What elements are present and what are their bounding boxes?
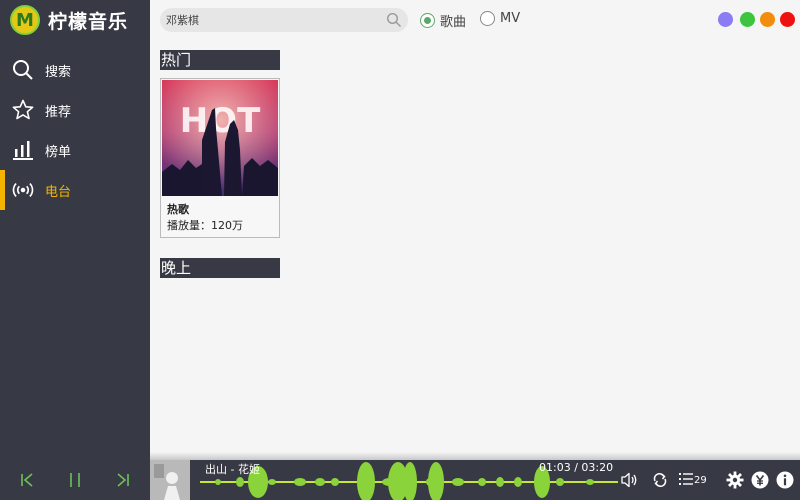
- playback-time: 01:03 / 03:20: [539, 461, 614, 474]
- donate-yen-icon[interactable]: [751, 470, 769, 490]
- next-track-icon[interactable]: [113, 470, 133, 490]
- play-count-value: 120万: [211, 219, 243, 232]
- sidebar-nav: 搜索 推荐 榜单 电台: [0, 50, 150, 210]
- sidebar-item-label: 电台: [45, 184, 72, 200]
- star-icon: [12, 99, 34, 121]
- sidebar-item-search[interactable]: 搜索: [0, 50, 150, 90]
- search-icon[interactable]: [386, 12, 402, 28]
- close-button[interactable]: [780, 12, 795, 27]
- logo-badge: M: [10, 5, 40, 35]
- player-shadow: [150, 452, 800, 460]
- sidebar-item-label: 榜单: [45, 144, 72, 160]
- section-title-hot: 热门: [160, 50, 280, 70]
- now-playing-thumbnail[interactable]: [150, 460, 190, 500]
- radio-button-checked[interactable]: [420, 13, 435, 28]
- pause-icon[interactable]: [65, 470, 85, 490]
- sidebar-item-radio[interactable]: 电台: [0, 170, 150, 210]
- volume-icon[interactable]: [620, 470, 638, 490]
- radio-card[interactable]: HOT 热歌 播放量：120万: [160, 78, 280, 238]
- repeat-mode-icon[interactable]: [652, 470, 668, 490]
- search-input[interactable]: [166, 13, 386, 27]
- play-count-label: 播放量：: [167, 219, 211, 232]
- svg-text:HOT: HOT: [180, 101, 261, 141]
- app-logo: M 柠檬音乐: [0, 0, 150, 40]
- minimize-button[interactable]: [740, 12, 755, 27]
- radio-button-unchecked[interactable]: [480, 11, 495, 26]
- app-title: 柠檬音乐: [48, 10, 129, 33]
- maximize-button[interactable]: [760, 12, 775, 27]
- top-bar: 歌曲 MV: [150, 0, 800, 40]
- sidebar-item-label: 搜索: [45, 64, 72, 80]
- radio-mv[interactable]: MV: [480, 11, 520, 26]
- playlist-button[interactable]: 29: [679, 470, 707, 490]
- radio-songs[interactable]: 歌曲: [420, 11, 466, 30]
- card-title[interactable]: 热歌: [167, 201, 189, 217]
- sidebar-item-charts[interactable]: 榜单: [0, 130, 150, 170]
- info-icon[interactable]: [776, 470, 794, 490]
- sidebar-item-label: 推荐: [45, 104, 72, 120]
- chart-bars-icon: [12, 139, 34, 161]
- sidebar: M 柠檬音乐 搜索 推荐 榜单 电台: [0, 0, 150, 460]
- main-content: 热门 HOT 热歌 播放量：120万 晚上: [150, 40, 800, 455]
- card-cover-image[interactable]: HOT: [162, 80, 278, 196]
- theme-purple-button[interactable]: [718, 12, 733, 27]
- radio-broadcast-icon: [12, 179, 34, 201]
- search-box: [160, 8, 408, 32]
- settings-gear-icon[interactable]: [726, 470, 744, 490]
- search-icon: [12, 59, 34, 81]
- sidebar-item-recommend[interactable]: 推荐: [0, 90, 150, 130]
- playlist-count: 29: [694, 474, 707, 486]
- radio-label: 歌曲: [440, 15, 467, 30]
- now-playing-title: 出山 - 花姬: [205, 463, 260, 476]
- radio-label: MV: [500, 11, 521, 26]
- section-title-evening: 晚上: [160, 258, 280, 278]
- previous-track-icon[interactable]: [17, 470, 37, 490]
- card-play-count: 播放量：120万: [167, 217, 243, 233]
- playlist-icon: [679, 472, 693, 489]
